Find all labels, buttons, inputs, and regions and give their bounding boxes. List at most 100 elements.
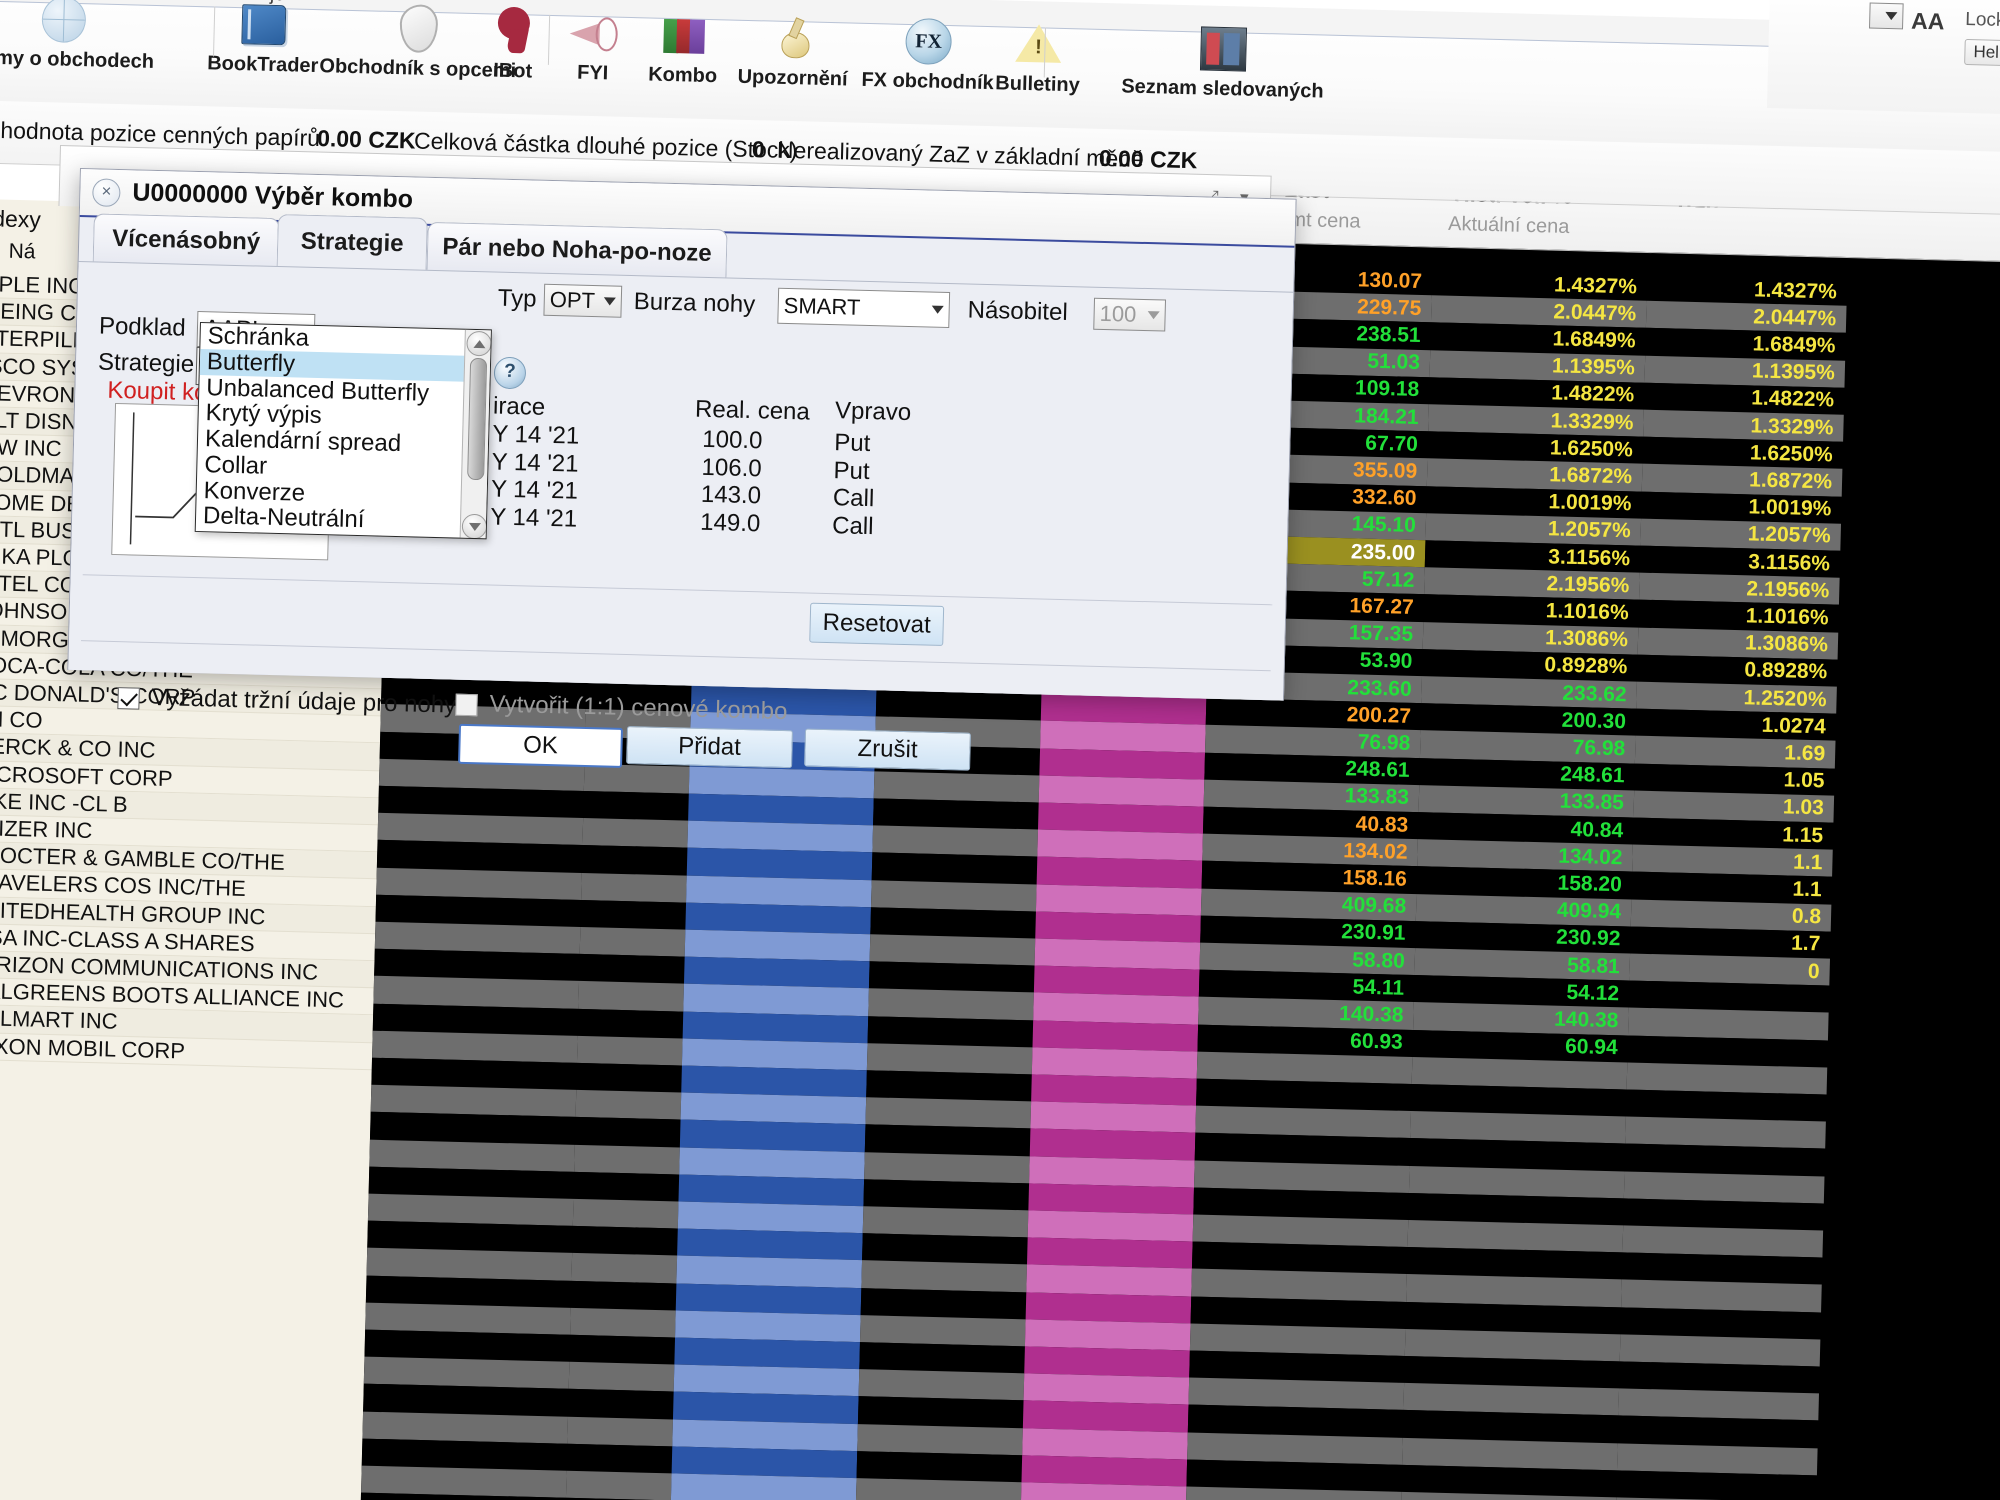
grid-cell[interactable] [1029,1155,1195,1188]
grid-cell[interactable] [577,1008,684,1039]
toolbar-button-seznam-sledovan-ch[interactable]: Seznam sledovaných [1077,18,1369,104]
grid-cell[interactable] [1033,965,1200,997]
grid-cell[interactable] [576,1062,682,1093]
grid-cell[interactable] [574,1117,681,1148]
grid-cell[interactable] [1033,992,1199,1025]
grid-cell[interactable] [581,872,687,903]
grid-cell[interactable] [864,1151,1030,1184]
grid-cell[interactable] [1037,829,1203,862]
grid-cell[interactable] [1022,1427,1188,1460]
grid-cell[interactable] [864,1124,1031,1156]
request-market-data-checkbox[interactable] [117,687,140,710]
grid-cell[interactable] [579,926,686,957]
grid-cell[interactable] [1023,1373,1190,1405]
grid-cell[interactable] [579,954,685,984]
create-price-combo-checkbox[interactable] [455,693,478,717]
grid-cell[interactable] [1038,775,1205,807]
help-button[interactable]: Hel [1964,38,2000,67]
grid-cell[interactable] [581,845,688,876]
multiplier-dropdown[interactable]: 100 [1093,297,1167,332]
grid-cell[interactable] [866,1043,1033,1075]
grid-cell[interactable] [872,825,1039,857]
grid-cell[interactable] [868,988,1034,1021]
grid-cell[interactable] [1031,1074,1197,1106]
grid-cell[interactable] [583,790,689,821]
grid-cell[interactable] [576,1035,683,1066]
tab-vicenasobny[interactable]: Vícenásobný [92,213,280,268]
strategy-dropdown-list[interactable]: Schránka Butterfly Unbalanced Butterfly Kry… [194,322,492,540]
grid-cell[interactable] [860,1287,1027,1320]
grid-cell[interactable] [859,1342,1025,1374]
tab-par-nebo-noha-po-noze[interactable]: Pár nebo Noha-po-noze [426,221,728,279]
aa-text-size-control[interactable]: AA [1911,8,1945,36]
grid-cell[interactable] [867,1015,1034,1048]
grid-cell[interactable] [861,1260,1027,1292]
grid-cell[interactable] [858,1369,1025,1401]
grid-cell[interactable] [1039,748,1206,780]
grid-cell[interactable] [580,899,687,930]
grid-cell[interactable] [855,1478,1022,1500]
grid-cell[interactable] [862,1206,1029,1238]
grid-cell[interactable] [1036,856,1203,889]
grid-cell[interactable] [875,689,1042,721]
tab-strategie[interactable]: Strategie [276,214,428,271]
grid-cell[interactable] [1026,1237,1193,1269]
grid-cell[interactable] [862,1233,1028,1265]
grid-cell[interactable] [670,1473,857,1500]
grid-cell[interactable] [865,1097,1032,1129]
grid-cell[interactable] [573,1171,680,1202]
grid-cell[interactable] [572,1198,679,1229]
grid-cell[interactable] [583,763,690,794]
grid-cell[interactable] [873,771,1040,803]
add-button[interactable]: Přidat [626,726,794,769]
grid-cell[interactable] [868,961,1035,993]
grid-cell[interactable] [856,1450,1023,1483]
grid-cell[interactable] [582,818,689,848]
grid-cell[interactable] [863,1178,1030,1211]
toolbar-overflow-dropdown[interactable] [1869,2,1904,30]
scroll-down-icon[interactable] [461,513,488,540]
grid-cell[interactable] [1029,1128,1196,1161]
cancel-button[interactable]: Zrušit [804,728,971,771]
scrollbar-thumb[interactable] [467,357,488,481]
grid-cell[interactable] [1024,1346,1190,1378]
type-dropdown[interactable]: OPT [543,283,623,318]
toolbar-right-cluster[interactable]: AA Lock Hel [1766,0,2000,115]
grid-cell[interactable] [1031,1047,1198,1079]
grid-cell[interactable] [565,1470,672,1500]
grid-cell[interactable] [1028,1183,1195,1215]
grid-cell[interactable] [1034,938,1201,970]
grid-cell[interactable] [857,1423,1023,1456]
grid-cell[interactable] [1024,1319,1191,1351]
grid-cell[interactable] [870,907,1036,939]
grid-cell[interactable] [574,1144,680,1175]
grid-cell[interactable] [1040,693,1207,726]
grid-cell[interactable] [1038,802,1204,834]
grid-cell[interactable] [571,1253,678,1284]
grid-cell[interactable] [1021,1455,1188,1487]
grid-cell[interactable] [578,981,684,1012]
scroll-up-icon[interactable] [466,330,492,357]
grid-cell[interactable] [1026,1264,1192,1297]
grid-cell[interactable] [568,1389,674,1420]
grid-cell[interactable] [873,798,1039,830]
grid-cell[interactable] [572,1226,678,1256]
grid-cell[interactable] [1035,884,1202,916]
grid-cell[interactable] [569,1334,676,1365]
leg-exchange-dropdown[interactable]: SMART [777,287,951,329]
grid-cell[interactable] [570,1280,677,1311]
grid-cell[interactable] [1616,1470,1817,1500]
grid-cell[interactable] [1030,1101,1197,1133]
grid-cell[interactable] [575,1090,682,1120]
grid-cell[interactable] [869,934,1036,966]
ok-button[interactable]: OK [458,723,624,768]
grid-cell[interactable] [857,1396,1024,1428]
grid-cell[interactable] [870,879,1037,912]
grid-cell[interactable] [871,852,1038,885]
grid-cell[interactable] [1035,911,1201,943]
grid-cell[interactable] [566,1443,673,1474]
grid-cell[interactable] [1032,1020,1199,1052]
grid-cell[interactable] [1025,1291,1192,1324]
dropdown-scrollbar[interactable] [459,329,492,540]
grid-cell[interactable] [859,1314,1026,1347]
